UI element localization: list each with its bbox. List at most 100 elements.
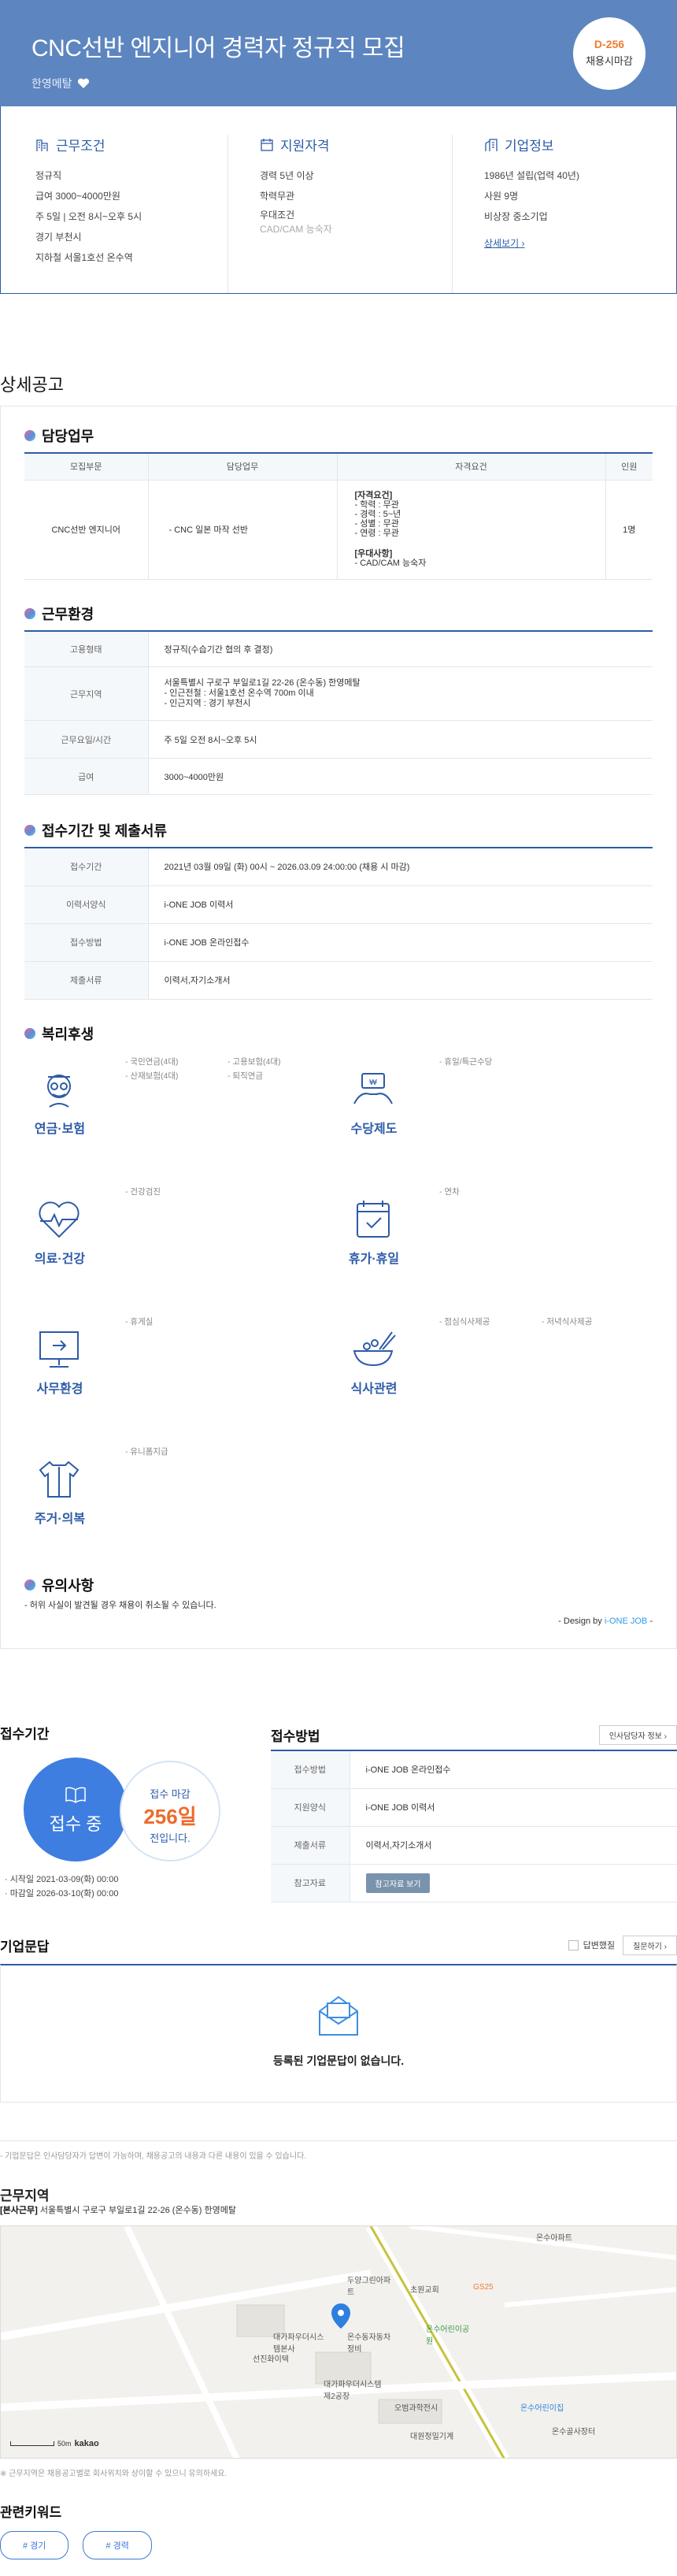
company-line: 1986년 설립(업력 40년) bbox=[484, 170, 579, 181]
table-header: 담당업무 bbox=[148, 453, 338, 481]
qa-title: 기업문답 bbox=[0, 1939, 50, 1954]
env-key: 고용형태 bbox=[24, 630, 149, 667]
map-label: 온수어린이집 bbox=[520, 2404, 564, 2413]
heart-icon[interactable] bbox=[77, 78, 90, 89]
work-conditions-title: 근무조건 bbox=[56, 139, 105, 154]
map-label: GS25 bbox=[473, 2283, 494, 2292]
welfare-name: 의료·건강 bbox=[34, 1252, 86, 1266]
reference-button[interactable]: 참고자료 보기 bbox=[365, 1873, 431, 1893]
welfare-tag: - 퇴직연금 bbox=[228, 1071, 264, 1081]
qa-header: 기업문답 답변했질 질문하기 › bbox=[0, 1932, 677, 1958]
map-label: 온수어린이공원 bbox=[426, 2325, 470, 2346]
envelope-icon bbox=[319, 1995, 358, 2036]
map-label: 대가파우더시스템본사 bbox=[273, 2333, 324, 2354]
req-item: - 학력 : 무관 bbox=[354, 500, 399, 510]
map[interactable]: 온수아파트 두양그린아파트 초원교회 GS25 대가파우더시스템본사 온수동자동… bbox=[0, 2225, 677, 2459]
table-header: 자격요건 bbox=[337, 453, 606, 481]
apply-value: 이력서,자기소개서 bbox=[148, 961, 653, 1000]
welfare-item: 식사관련 - 점심식사제공 - 저녁식사제공 bbox=[338, 1313, 653, 1443]
welfare-title: 복리후생 bbox=[42, 1026, 94, 1042]
design-credit: - Design by i-ONE JOB - bbox=[558, 1616, 653, 1626]
welfare-tags: - 휴게실 bbox=[125, 1315, 330, 1329]
design-prefix: - Design by bbox=[558, 1616, 605, 1626]
allowance-icon: ₩ bbox=[353, 1072, 393, 1104]
duty-part: CNC선반 엔지니어 bbox=[24, 480, 149, 580]
map-label: 초원교회 bbox=[410, 2286, 439, 2295]
company-icon bbox=[485, 138, 498, 151]
welfare-tag: - 연차 bbox=[439, 1186, 460, 1197]
keyword-tag[interactable]: # 경력 bbox=[83, 2531, 152, 2559]
req-head: [자격요건] bbox=[354, 491, 393, 500]
vacation-icon bbox=[357, 1200, 390, 1238]
deadline-suffix: 전입니다. bbox=[150, 1832, 191, 1844]
welfare-tags: - 국민연금(4대) - 고용보험(4대) - 산재보험(4대) - 퇴직연금 bbox=[125, 1055, 330, 1083]
company-name[interactable]: 한영메탈 bbox=[31, 76, 72, 91]
apply-key: 제출서류 bbox=[24, 961, 149, 1000]
env-key: 근무요일/시간 bbox=[24, 720, 149, 759]
checkbox[interactable] bbox=[568, 1939, 579, 1951]
welfare-tag: - 유니폼지급 bbox=[125, 1446, 168, 1457]
env-title: 근무환경 bbox=[42, 606, 94, 622]
qual-line: 우대조건 bbox=[260, 210, 295, 221]
req-item: - 경력 : 5~년 bbox=[354, 510, 401, 519]
map-label: 온수동자동차정비 bbox=[347, 2333, 391, 2354]
welfare-item: 의료·건강 - 건강검진 bbox=[24, 1183, 338, 1313]
deadline-label: 접수 마감 bbox=[150, 1788, 191, 1800]
method-key: 지원양식 bbox=[271, 1788, 350, 1827]
welfare-item: 주거·의복 - 유니폼지급 bbox=[24, 1443, 338, 1573]
keyword-list: # 경기 # 경력 bbox=[0, 2531, 677, 2559]
map-label: 대가파우더시스템제2공장 bbox=[324, 2381, 382, 2401]
apply-value: 2021년 03월 09일 (화) 00시 ~ 2026.03.09 24:00… bbox=[148, 848, 653, 886]
welfare-name: 사무환경 bbox=[36, 1382, 83, 1396]
duty-table: 모집부문 담당업무 자격요건 인원 CNC선반 엔지니어 - CNC 일본 마작… bbox=[24, 452, 653, 580]
welfare-tag: - 산재보험(4대) bbox=[125, 1071, 179, 1081]
kakao-logo[interactable]: kakao bbox=[75, 2439, 99, 2448]
method-key: 제출서류 bbox=[271, 1826, 350, 1865]
bullet-icon bbox=[24, 430, 35, 441]
keywords-title: 관련키워드 bbox=[0, 2505, 62, 2520]
design-brand[interactable]: i-ONE JOB bbox=[605, 1616, 647, 1626]
env-value: 3000~4000만원 bbox=[148, 758, 653, 795]
deadline-days: 256일 bbox=[143, 1805, 197, 1828]
qual-line: 경력 5년 이상 bbox=[260, 170, 314, 181]
book-icon bbox=[65, 1787, 86, 1803]
table-header: 인원 bbox=[605, 453, 653, 481]
scale-text: 50m bbox=[57, 2440, 72, 2448]
hr-info-button[interactable]: 인사담당자 정보 › bbox=[598, 1724, 677, 1745]
work-line: 급여 3000~4000만원 bbox=[35, 191, 120, 202]
location-title: 근무지역 bbox=[0, 2188, 50, 2203]
ask-question-button[interactable]: 질문하기 › bbox=[623, 1935, 677, 1955]
company-info-title: 기업정보 bbox=[505, 139, 554, 154]
answered-filter[interactable]: 답변했질 bbox=[568, 1939, 615, 1951]
env-value: 정규직(수습기간 협의 후 결정) bbox=[148, 630, 653, 667]
welfare-name: 식사관련 bbox=[350, 1382, 398, 1396]
notice-text: - 허위 사실이 발견될 경우 채용이 취소될 수 있습니다. bbox=[24, 1600, 216, 1610]
env-area: - 인근지역 : 경기 부천시 bbox=[164, 699, 251, 708]
map-label: 대원정밀기계 bbox=[410, 2433, 454, 2441]
period-circles: 접수 중 접수 마감 256일 전입니다. bbox=[0, 1750, 253, 1891]
company-line: 사원 9명 bbox=[484, 191, 519, 202]
map-label: 오범과학전시 bbox=[394, 2404, 438, 2413]
welfare-item: ₩ 수당제도 - 휴일/특근수당 bbox=[338, 1053, 653, 1183]
bullet-icon bbox=[24, 607, 35, 619]
company-detail-link[interactable]: 상세보기 › bbox=[484, 238, 525, 249]
method-value: 이력서,자기소개서 bbox=[350, 1826, 677, 1865]
apply-key: 접수방법 bbox=[24, 923, 149, 962]
qualifications: 지원자격 경력 5년 이상 학력무관 우대조건 CAD/CAM 능숙자 bbox=[228, 135, 452, 293]
pref-head: [우대사항] bbox=[354, 549, 393, 559]
qa-empty-text: 등록된 기업문답이 없습니다. bbox=[272, 2054, 405, 2067]
welfare-tags: - 휴일/특근수당 bbox=[439, 1055, 644, 1069]
design-suffix: - bbox=[647, 1616, 653, 1626]
req-item: - 성별 : 무관 bbox=[354, 519, 399, 529]
clothing-icon bbox=[39, 1461, 80, 1498]
welfare-tag: - 휴게실 bbox=[125, 1316, 154, 1327]
status-text: 접수 중 bbox=[49, 1814, 102, 1834]
welfare-item: 연금·보험 - 국민연금(4대) - 고용보험(4대) - 산재보험(4대) - 퇴직… bbox=[24, 1053, 338, 1183]
apply-value: i-ONE JOB 이력서 bbox=[148, 885, 653, 924]
apply-title: 접수기간 및 제출서류 bbox=[42, 823, 168, 839]
keyword-tag[interactable]: # 경기 bbox=[0, 2531, 69, 2559]
health-icon bbox=[39, 1201, 80, 1238]
method-value: i-ONE JOB 온라인접수 bbox=[350, 1750, 677, 1789]
env-value: 주 5일 오전 8시~오후 5시 bbox=[148, 720, 653, 759]
duty-count: 1명 bbox=[605, 480, 653, 580]
